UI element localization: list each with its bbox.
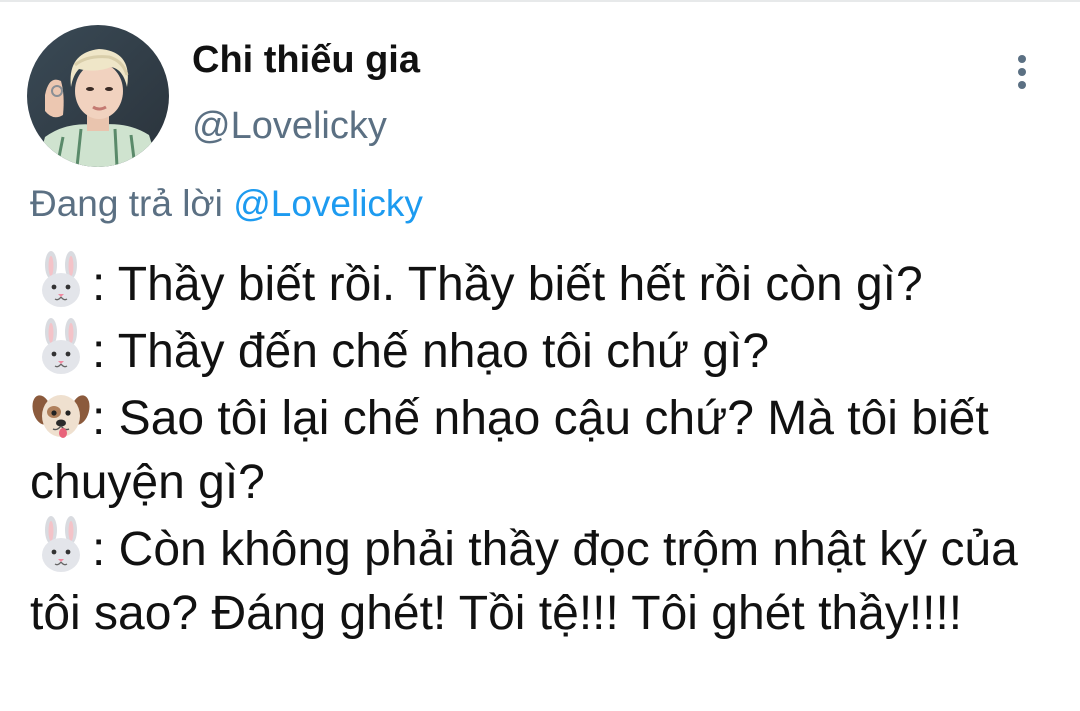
tweet-line-text: : Còn không phải thầy đọc trộm nhật ký c… — [30, 523, 1018, 640]
rabbit-face-icon — [30, 250, 92, 312]
tweet-line-text: : Thầy đến chế nhạo tôi chứ gì? — [92, 325, 770, 378]
tweet-text: : Thầy biết rồi. Thầy biết hết rồi còn g… — [30, 250, 1060, 646]
avatar[interactable] — [27, 25, 169, 167]
tweet-line: : Sao tôi lại chế nhạo cậu chứ? Mà tôi b… — [30, 384, 1060, 515]
more-dot — [1018, 68, 1026, 76]
rabbit-face-icon — [30, 317, 92, 379]
reply-context: Đang trả lời @Lovelicky — [30, 181, 423, 227]
tweet-line: : Thầy đến chế nhạo tôi chứ gì? — [30, 317, 1060, 384]
top-divider — [0, 0, 1080, 2]
reply-prefix: Đang trả lời — [30, 183, 234, 224]
tweet-line: : Còn không phải thầy đọc trộm nhật ký c… — [30, 515, 1060, 646]
more-dot — [1018, 81, 1026, 89]
more-vertical-icon[interactable] — [1000, 48, 1044, 96]
reply-mention-link[interactable]: @Lovelicky — [233, 183, 423, 224]
tweet-line-text: : Sao tôi lại chế nhạo cậu chứ? Mà tôi b… — [30, 392, 989, 509]
tweet-line: : Thầy biết rồi. Thầy biết hết rồi còn g… — [30, 250, 1060, 317]
author-handle[interactable]: @Lovelicky — [192, 104, 387, 148]
more-dot — [1018, 55, 1026, 63]
dog-face-icon — [30, 384, 92, 446]
author-display-name[interactable]: Chi thiếu gia — [192, 38, 420, 82]
rabbit-face-icon — [30, 515, 92, 577]
tweet-line-text: : Thầy biết rồi. Thầy biết hết rồi còn g… — [92, 258, 923, 311]
